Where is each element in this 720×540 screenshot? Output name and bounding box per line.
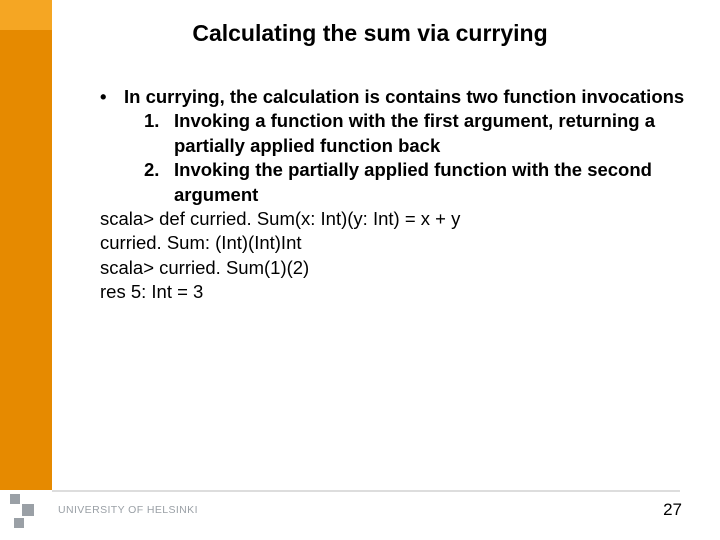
mark-square [14, 518, 24, 528]
code-block: scala> def curried. Sum(x: Int)(y: Int) … [100, 207, 690, 305]
institution-name: UNIVERSITY OF HELSINKI [58, 504, 198, 516]
sidebar-accent-main [0, 30, 52, 490]
code-line: res 5: Int = 3 [100, 280, 690, 304]
sidebar-accent [0, 0, 52, 540]
code-line: curried. Sum: (Int)(Int)Int [100, 231, 690, 255]
slide-title: Calculating the sum via currying [70, 20, 700, 47]
bullet-text: In currying, the calculation is contains… [124, 85, 684, 109]
code-line: scala> curried. Sum(1)(2) [100, 256, 690, 280]
numbered-text: Invoking a function with the first argum… [174, 109, 690, 158]
numbered-item-1: 1. Invoking a function with the first ar… [100, 109, 690, 158]
page-number: 27 [663, 500, 682, 520]
content-area: Calculating the sum via currying • In cu… [70, 0, 700, 540]
bullet-marker: • [100, 85, 124, 109]
code-line: scala> def curried. Sum(x: Int)(y: Int) … [100, 207, 690, 231]
numbered-marker: 1. [144, 109, 174, 158]
slide-body: • In currying, the calculation is contai… [70, 85, 700, 305]
institution-logo-area: UNIVERSITY OF HELSINKI [6, 488, 198, 532]
footer: UNIVERSITY OF HELSINKI 27 [0, 476, 720, 540]
bullet-line: • In currying, the calculation is contai… [100, 85, 690, 109]
numbered-text: Invoking the partially applied function … [174, 158, 690, 207]
sidebar-accent-top [0, 0, 52, 30]
mark-square [22, 504, 34, 516]
institution-logo: UNIVERSITY OF HELSINKI [6, 488, 198, 532]
slide: Calculating the sum via currying • In cu… [0, 0, 720, 540]
institution-mark-icon [6, 488, 50, 532]
numbered-marker: 2. [144, 158, 174, 207]
numbered-item-2: 2. Invoking the partially applied functi… [100, 158, 690, 207]
mark-square [10, 494, 20, 504]
